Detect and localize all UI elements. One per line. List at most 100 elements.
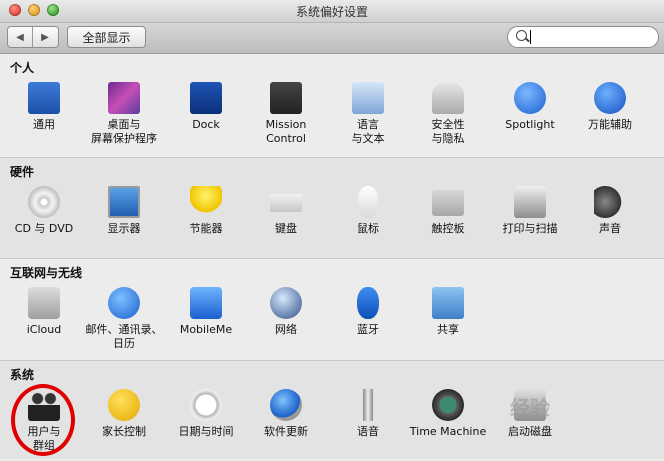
pref-pane-label: 软件更新	[264, 425, 308, 438]
pref-pane-label: 万能辅助	[588, 118, 632, 131]
date-time-icon	[190, 389, 222, 421]
pref-pane-dock[interactable]: Dock	[166, 82, 246, 154]
pref-pane-language-text[interactable]: 语言 与文本	[328, 82, 408, 154]
pref-pane-mission-control[interactable]: Mission Control	[246, 82, 326, 154]
pref-pane-label: 网络	[275, 323, 297, 336]
language-text-icon	[352, 82, 384, 114]
back-button[interactable]: ◀	[8, 27, 33, 47]
keyboard-icon	[270, 194, 302, 212]
pref-pane-label: 启动磁盘	[508, 425, 552, 438]
pref-pane-desktop-screensaver[interactable]: 桌面与 屏幕保护程序	[84, 82, 164, 154]
search-input[interactable]	[530, 29, 654, 45]
network-icon	[270, 287, 302, 319]
section-internet: 互联网与无线 iCloud 邮件、通讯录、 日历 MobileMe 网络 蓝牙 共享	[0, 259, 664, 361]
security-privacy-icon	[432, 82, 464, 114]
pref-pane-time-machine[interactable]: Time Machine	[408, 389, 488, 461]
pref-pane-label: 日期与时间	[178, 425, 234, 438]
mission-control-icon	[270, 82, 302, 114]
pref-pane-label: 节能器	[189, 222, 223, 235]
text-caret	[530, 30, 531, 44]
pref-pane-label: 共享	[437, 323, 459, 336]
show-all-button[interactable]: 全部显示	[67, 26, 146, 48]
icloud-icon	[28, 287, 60, 319]
pref-pane-sound[interactable]: 声音	[570, 186, 650, 258]
pref-pane-general[interactable]: 通用	[4, 82, 84, 154]
pref-pane-label: Dock	[192, 118, 220, 131]
pref-pane-label: 显示器	[107, 222, 141, 235]
search-icon	[516, 30, 527, 41]
pref-pane-parental-controls[interactable]: 家长控制	[84, 389, 164, 461]
nav-buttons: ◀ ▶	[7, 26, 59, 48]
pref-pane-label: 声音	[599, 222, 621, 235]
time-machine-icon	[432, 389, 464, 421]
section-hardware: 硬件 CD 与 DVD 显示器 节能器 键盘 鼠标 触控板 打印与扫描 声音	[0, 158, 664, 259]
pref-pane-label: 桌面与 屏幕保护程序	[91, 118, 157, 145]
pref-pane-software-update[interactable]: 软件更新	[246, 389, 326, 461]
pref-pane-label: 触控板	[431, 222, 465, 235]
pref-pane-energy-saver[interactable]: 节能器	[166, 186, 246, 258]
pref-pane-speech[interactable]: 语音	[328, 389, 408, 461]
pref-pane-label: Time Machine	[409, 425, 487, 438]
pref-pane-label: 蓝牙	[357, 323, 379, 336]
section-personal: 个人 通用 桌面与 屏幕保护程序 Dock Mission Control 语言 与文本…	[0, 54, 664, 158]
pref-pane-label: 语音	[357, 425, 379, 438]
accessibility-icon	[594, 82, 626, 114]
displays-icon	[108, 186, 140, 218]
watermark: 经验	[510, 396, 550, 420]
cd-dvd-icon	[28, 186, 60, 218]
mobileme-icon	[190, 287, 222, 319]
section-title: 系统	[10, 368, 35, 382]
trackpad-icon	[432, 190, 464, 216]
pref-pane-mouse[interactable]: 鼠标	[328, 186, 408, 258]
pref-pane-spotlight[interactable]: Spotlight	[490, 82, 570, 154]
pref-pane-label: iCloud	[26, 323, 62, 336]
pref-pane-mail-contacts-calendars[interactable]: 邮件、通讯录、 日历	[84, 287, 164, 359]
section-system: 系统 用户与 群组 家长控制 日期与时间 软件更新 语音 Time Machine 启动磁盘	[0, 361, 664, 459]
pref-pane-date-time[interactable]: 日期与时间	[166, 389, 246, 461]
pref-pane-icloud[interactable]: iCloud	[4, 287, 84, 359]
pref-pane-label: 键盘	[275, 222, 297, 235]
energy-saver-icon	[190, 186, 222, 218]
window-title: 系统偏好设置	[295, 5, 368, 19]
pref-pane-label: 通用	[33, 118, 55, 131]
pref-pane-label: Mission Control	[265, 118, 307, 145]
pref-pane-label: 语言 与文本	[351, 118, 385, 145]
pref-pane-keyboard[interactable]: 键盘	[246, 186, 326, 258]
sharing-icon	[432, 287, 464, 319]
pref-pane-accessibility[interactable]: 万能辅助	[570, 82, 650, 154]
mail-contacts-calendars-icon	[108, 287, 140, 319]
pref-pane-label: 打印与扫描	[502, 222, 558, 235]
section-title: 硬件	[10, 165, 35, 179]
bluetooth-icon	[357, 287, 379, 319]
sound-icon	[594, 186, 626, 218]
pref-pane-label: 家长控制	[102, 425, 146, 438]
highlight-circle	[11, 384, 75, 456]
pref-pane-label: 鼠标	[357, 222, 379, 235]
search-field[interactable]	[507, 26, 659, 48]
pref-pane-label: MobileMe	[179, 323, 233, 336]
pref-pane-sharing[interactable]: 共享	[408, 287, 488, 359]
pref-pane-label: CD 与 DVD	[14, 222, 74, 235]
pref-pane-network[interactable]: 网络	[246, 287, 326, 359]
mouse-icon	[358, 186, 378, 218]
pref-pane-trackpad[interactable]: 触控板	[408, 186, 488, 258]
pref-pane-mobileme[interactable]: MobileMe	[166, 287, 246, 359]
desktop-screensaver-icon	[108, 82, 140, 114]
title-bar: 系统偏好设置	[0, 0, 664, 23]
pref-pane-security-privacy[interactable]: 安全性 与隐私	[408, 82, 488, 154]
spotlight-icon	[514, 82, 546, 114]
general-icon	[28, 82, 60, 114]
pref-pane-label: Spotlight	[505, 118, 555, 131]
pref-pane-cd-dvd[interactable]: CD 与 DVD	[4, 186, 84, 258]
pref-pane-label: 安全性 与隐私	[431, 118, 465, 145]
speech-icon	[352, 389, 384, 421]
pref-pane-bluetooth[interactable]: 蓝牙	[328, 287, 408, 359]
software-update-icon	[270, 389, 302, 421]
pref-pane-label: 邮件、通讯录、 日历	[85, 323, 163, 350]
print-scan-icon	[514, 186, 546, 218]
pref-pane-displays[interactable]: 显示器	[84, 186, 164, 258]
forward-button[interactable]: ▶	[33, 27, 57, 47]
section-title: 个人	[10, 61, 35, 75]
section-title: 互联网与无线	[10, 266, 83, 280]
pref-pane-print-scan[interactable]: 打印与扫描	[490, 186, 570, 258]
